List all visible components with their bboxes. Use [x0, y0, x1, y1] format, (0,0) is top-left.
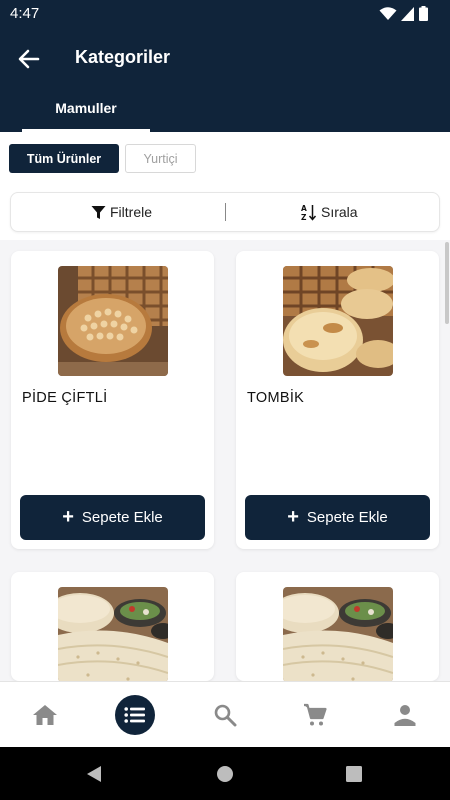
circle-home-icon	[217, 765, 233, 782]
filter-icon	[91, 205, 106, 219]
triangle-back-icon	[87, 765, 101, 782]
tab-mamuller[interactable]: Mamuller	[22, 90, 150, 132]
product-card[interactable]: PİDE ÇİFTLİ + Sepete Ekle	[11, 251, 214, 549]
product-name: TOMBİK	[247, 390, 305, 406]
sort-az-icon: A Z	[301, 204, 317, 221]
bottom-navigation	[0, 681, 450, 747]
battery-icon	[419, 6, 428, 21]
status-bar: 4:47	[0, 0, 450, 28]
sort-button[interactable]: A Z Sırala	[301, 193, 358, 231]
system-recents-button[interactable]	[334, 747, 374, 800]
product-image	[58, 587, 168, 681]
system-home-button[interactable]	[205, 747, 245, 800]
add-to-cart-label: Sepete Ekle	[306, 509, 388, 526]
add-to-cart-button[interactable]: + Sepete Ekle	[245, 495, 430, 540]
nav-profile[interactable]	[375, 682, 435, 748]
product-name: PİDE ÇİFTLİ	[22, 390, 108, 406]
product-image	[58, 266, 168, 376]
cart-icon	[304, 703, 327, 726]
nav-search[interactable]	[195, 682, 255, 748]
add-to-cart-label: Sepete Ekle	[81, 509, 163, 526]
square-recents-icon	[346, 765, 362, 782]
system-back-button[interactable]	[74, 747, 114, 800]
active-indicator	[115, 695, 155, 735]
person-icon	[394, 705, 416, 726]
plus-icon: +	[62, 505, 74, 528]
app-bar: Kategoriler Mamuller	[0, 28, 450, 132]
search-icon	[214, 704, 237, 727]
nav-categories[interactable]	[105, 682, 165, 748]
nav-home[interactable]	[15, 682, 75, 748]
divider	[225, 203, 226, 221]
product-image	[283, 587, 393, 681]
product-card[interactable]	[236, 572, 439, 681]
plus-icon: +	[287, 505, 299, 528]
chip-domestic[interactable]: Yurtiçi	[125, 144, 196, 173]
page-title: Kategoriler	[75, 47, 171, 67]
filter-sort-bar: Filtrele A Z Sırala	[10, 192, 440, 232]
filter-label: Filtrele	[110, 204, 153, 220]
product-card[interactable]	[11, 572, 214, 681]
scrollbar[interactable]	[445, 242, 449, 324]
product-image	[283, 266, 393, 376]
product-card[interactable]: TOMBİK + Sepete Ekle	[236, 251, 439, 549]
sort-label: Sırala	[321, 204, 358, 220]
cellular-signal-icon	[401, 6, 414, 21]
nav-cart[interactable]	[285, 682, 345, 748]
svg-text:Z: Z	[301, 213, 307, 221]
wifi-icon	[379, 6, 397, 20]
svg-text:A: A	[301, 204, 307, 213]
tab-label: Mamuller	[55, 100, 117, 116]
back-arrow-icon[interactable]	[16, 46, 42, 72]
status-time: 4:47	[10, 5, 40, 22]
home-icon	[33, 705, 57, 725]
add-to-cart-button[interactable]: + Sepete Ekle	[20, 495, 205, 540]
filter-button[interactable]: Filtrele	[91, 193, 152, 231]
system-navigation-bar	[0, 747, 450, 800]
chip-all-products[interactable]: Tüm Ürünler	[9, 144, 119, 173]
list-icon	[124, 707, 145, 723]
